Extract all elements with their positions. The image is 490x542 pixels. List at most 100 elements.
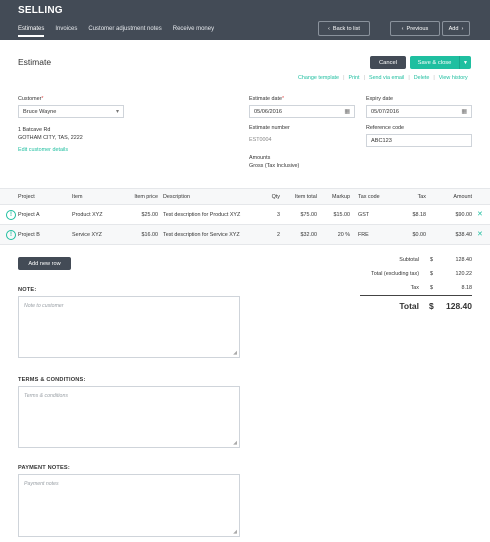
cell-item[interactable]: Service XYZ [72, 225, 102, 244]
subtotal-label: Subtotal [399, 257, 419, 263]
estimate-number-label: Estimate number [249, 125, 290, 131]
nav-invoices[interactable]: Invoices [55, 26, 77, 37]
page-title: Estimate [18, 57, 52, 67]
cell-item-price[interactable]: $25.00 [120, 205, 159, 224]
separator: | [343, 75, 345, 81]
app-title: SELLING [18, 5, 63, 16]
cell-qty[interactable]: 3 [262, 205, 280, 224]
amounts-value: Gross (Tax Inclusive) [249, 163, 300, 169]
tax-value: 8.18 [461, 285, 473, 291]
col-item-price: Item price [134, 193, 158, 200]
table-row[interactable]: ! Project A Product XYZ $25.00 Test desc… [0, 205, 490, 225]
estimate-number-value: EST0004 [249, 137, 272, 143]
terms-placeholder: Terms & conditions [24, 393, 68, 399]
separator: | [408, 75, 410, 81]
add-button[interactable]: Add › [442, 21, 470, 36]
nav-estimates[interactable]: Estimates [18, 26, 45, 37]
resize-grip-icon[interactable]: ◢ [233, 440, 237, 446]
resize-grip-icon[interactable]: ◢ [233, 350, 237, 356]
back-to-list-label: Back to list [332, 25, 360, 32]
cell-item-price[interactable]: $16.00 [120, 225, 159, 244]
cell-qty[interactable]: 2 [262, 225, 280, 244]
back-to-list-button[interactable]: ‹ Back to list [318, 21, 370, 36]
close-icon[interactable]: ✕ [477, 210, 483, 218]
chevron-down-icon: ▾ [115, 109, 119, 115]
previous-button[interactable]: ‹ Previous [390, 21, 440, 36]
address-line-2: GOTHAM CITY, TAS, 2222 [18, 135, 83, 141]
resize-grip-icon[interactable]: ◢ [233, 529, 237, 535]
estimate-date-value: 05/06/2016 [254, 108, 282, 115]
total-excl-tax-label: Total (excluding tax) [371, 271, 419, 277]
total-label: Total [399, 301, 419, 311]
estimate-date-input[interactable]: 05/06/2016 ▦ [249, 105, 355, 118]
line-items-table: Project Item Item price Description Qty … [0, 188, 490, 245]
reference-code-value: ABC123 [371, 137, 392, 144]
col-description: Description [163, 193, 190, 200]
cell-markup[interactable]: $15.00 [320, 205, 351, 224]
send-via-email-link[interactable]: Send via email [369, 75, 404, 81]
cell-tax-code[interactable]: FRE [358, 225, 369, 244]
save-and-close-label: Save & close [417, 59, 452, 66]
customer-address: 1 Batcave Rd GOTHAM CITY, TAS, 2222 [18, 126, 83, 142]
cell-tax-code[interactable]: GST [358, 205, 369, 224]
chevron-left-icon: ‹ [328, 25, 330, 32]
info-icon[interactable]: ! [6, 230, 16, 240]
note-textarea[interactable]: Note to customer ◢ [18, 296, 240, 358]
nav-receive-money[interactable]: Receive money [173, 26, 214, 37]
edit-customer-details-link[interactable]: Edit customer details [18, 147, 68, 153]
estimate-date-label: Estimate date* [249, 96, 284, 102]
cell-project[interactable]: Project B [18, 225, 40, 244]
cell-description[interactable]: Test description for Product XYZ [163, 205, 240, 224]
customer-select[interactable]: Bruce Wayne ▾ [18, 105, 124, 118]
total-value: 128.40 [446, 301, 472, 311]
previous-label: Previous [406, 25, 429, 32]
subtotal-value: 128.40 [455, 257, 473, 263]
cancel-button[interactable]: Cancel [370, 56, 406, 69]
col-item-total: Item total [294, 193, 317, 200]
add-new-row-button[interactable]: Add new row [18, 257, 71, 270]
reference-code-input[interactable]: ABC123 [366, 134, 472, 147]
total-excl-tax-value: 120.22 [455, 271, 473, 277]
print-link[interactable]: Print [348, 75, 359, 81]
separator: | [433, 75, 435, 81]
customer-value: Bruce Wayne [23, 108, 57, 115]
close-icon[interactable]: ✕ [477, 230, 483, 238]
cell-amount: $38.40 [455, 231, 473, 238]
col-qty: Qty [271, 193, 280, 200]
payment-notes-textarea[interactable]: Payment notes ◢ [18, 474, 240, 537]
note-placeholder: Note to customer [24, 303, 64, 309]
amounts-label: Amounts [249, 155, 271, 161]
cell-markup[interactable]: 20 % [320, 225, 350, 244]
expiry-date-value: 05/07/2016 [371, 108, 399, 115]
col-amount: Amount [453, 193, 472, 200]
info-icon[interactable]: ! [6, 210, 16, 220]
payment-notes-placeholder: Payment notes [24, 481, 59, 487]
cell-item[interactable]: Product XYZ [72, 205, 103, 224]
nav-customer-adjustment-notes[interactable]: Customer adjustment notes [88, 26, 161, 37]
table-header: Project Item Item price Description Qty … [0, 188, 490, 205]
payment-notes-title: PAYMENT NOTES: [18, 465, 70, 471]
customer-label: Customer* [18, 96, 43, 102]
delete-link[interactable]: Delete [414, 75, 430, 81]
add-label: Add [448, 25, 459, 32]
separator: | [363, 75, 365, 81]
caret-down-icon[interactable]: ▼ [459, 56, 471, 69]
cell-description[interactable]: Test description for Service XYZ [163, 225, 240, 244]
terms-textarea[interactable]: Terms & conditions ◢ [18, 386, 240, 448]
action-links: Change template | Print | Send via email… [298, 75, 468, 81]
calendar-icon[interactable]: ▦ [344, 108, 350, 115]
customer-label-text: Customer [18, 96, 42, 102]
cell-item-total: $75.00 [300, 211, 318, 218]
table-row[interactable]: ! Project B Service XYZ $16.00 Test desc… [0, 225, 490, 245]
top-bar: SELLING Estimates Invoices Customer adju… [0, 0, 490, 40]
save-and-close-button[interactable]: Save & close ▼ [410, 56, 471, 69]
cell-item-total: $32.00 [300, 231, 318, 238]
calendar-icon[interactable]: ▦ [461, 108, 467, 115]
address-line-1: 1 Batcave Rd [18, 127, 51, 133]
cell-tax: $8.18 [412, 211, 427, 218]
expiry-date-input[interactable]: 05/07/2016 ▦ [366, 105, 472, 118]
view-history-link[interactable]: View history [439, 75, 468, 81]
col-tax-code: Tax code [358, 193, 380, 200]
change-template-link[interactable]: Change template [298, 75, 339, 81]
cell-project[interactable]: Project A [18, 205, 40, 224]
